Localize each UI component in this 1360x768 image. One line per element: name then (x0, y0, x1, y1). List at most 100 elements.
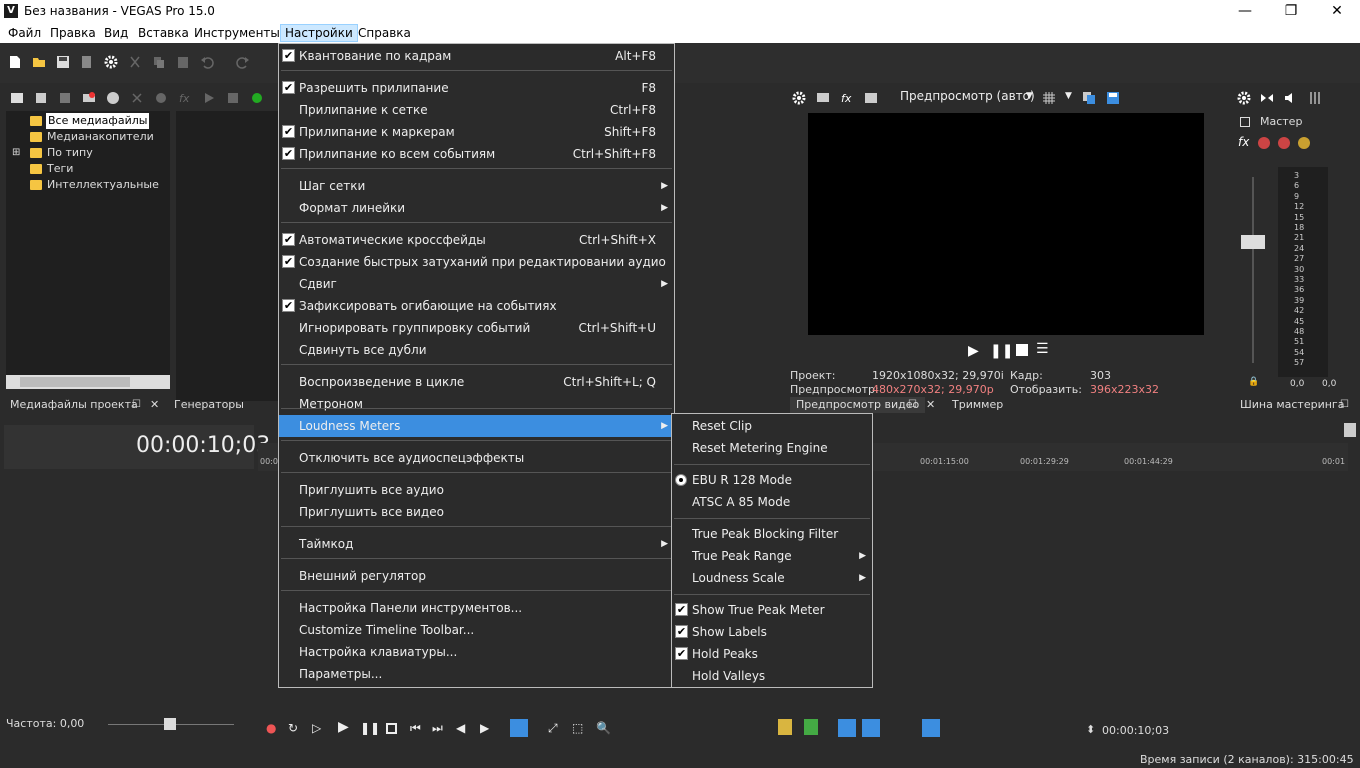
options-menu-item[interactable]: ✔ Автоматические кроссфейды Ctrl+Shift+X (279, 229, 674, 251)
video-fx-icon[interactable]: fx (840, 91, 854, 105)
loudness-menu-item[interactable]: ✔ Hold Peaks (672, 643, 872, 665)
tree-item-by-type[interactable]: По типу (47, 145, 93, 161)
rate-slider[interactable] (164, 718, 176, 730)
stop-icon[interactable] (1016, 344, 1028, 356)
pause-icon[interactable]: ❚❚ (360, 721, 380, 735)
menu-insert[interactable]: Вставка (134, 25, 193, 43)
media-fx-icon[interactable] (82, 91, 96, 105)
save-icon[interactable] (56, 55, 70, 69)
options-menu-item[interactable]: Отключить все аудиоспецэффекты (279, 447, 674, 469)
menu-file[interactable]: Файл (4, 25, 45, 43)
play-icon[interactable]: ▶ (338, 719, 349, 735)
next-frame-icon[interactable]: ▶ (480, 721, 489, 735)
loudness-menu-item[interactable]: Hold Valleys (672, 665, 872, 687)
save-snapshot-icon[interactable] (1106, 91, 1120, 105)
tree-item-tags[interactable]: Теги (47, 161, 73, 177)
menu-help[interactable]: Справка (354, 25, 415, 43)
go-to-start-icon[interactable]: ⏮ (410, 721, 421, 736)
redo-icon[interactable] (236, 55, 250, 69)
render-icon[interactable] (80, 55, 94, 69)
tree-item-all-media[interactable]: Все медиафайлы (46, 113, 150, 129)
envelope-tool-icon[interactable]: ⤢ (548, 721, 558, 736)
menu-options[interactable]: Настройки (280, 24, 358, 42)
options-menu-item[interactable]: Приглушить все аудио (279, 479, 674, 501)
loudness-menu-item[interactable]: ✔ Show True Peak Meter (672, 599, 872, 621)
menu-tools[interactable]: Инструменты (190, 25, 284, 43)
options-menu-item[interactable]: ✔ Разрешить прилипание F8 (279, 77, 674, 99)
close-button[interactable]: ✕ (1314, 0, 1360, 23)
record-icon[interactable]: ● (266, 721, 276, 735)
zoom-tool-icon[interactable]: 🔍 (596, 721, 611, 735)
minimize-button[interactable]: — (1222, 0, 1268, 23)
remove-icon[interactable] (130, 91, 144, 105)
options-menu-item[interactable]: ✔ Квантование по кадрам Alt+F8 (279, 45, 674, 67)
options-menu-item[interactable]: Воспроизведение в цикле Ctrl+Shift+L; Q (279, 371, 674, 393)
options-menu-item[interactable]: Сдвинуть все дубли (279, 339, 674, 361)
options-menu-item[interactable]: Прилипание к сетке Ctrl+F8 (279, 99, 674, 121)
capture-icon[interactable] (34, 91, 48, 105)
pause-icon[interactable]: ❚❚ (990, 343, 1013, 359)
loudness-menu-item[interactable]: True Peak Blocking Filter (672, 523, 872, 545)
options-menu-item[interactable]: Приглушить все видео (279, 501, 674, 523)
auto-preview-icon[interactable] (250, 91, 264, 105)
auto-crossfade-icon[interactable] (862, 719, 880, 737)
options-menu-item[interactable]: Loudness Meters ▶ (279, 415, 674, 437)
get-media-icon[interactable] (58, 91, 72, 105)
settings-gear-icon[interactable] (154, 91, 168, 105)
mute-icon[interactable] (1278, 137, 1290, 149)
normal-edit-tool-icon[interactable] (510, 719, 528, 737)
options-menu-item[interactable]: Таймкод ▶ (279, 533, 674, 555)
selection-tool-icon[interactable]: ⬚ (572, 721, 583, 735)
web-icon[interactable] (106, 91, 120, 105)
options-menu-item[interactable]: Настройка клавиатуры... (279, 641, 674, 663)
overlays-grid-icon[interactable] (1042, 91, 1056, 105)
import-media-icon[interactable] (10, 91, 24, 105)
menu-view[interactable]: Вид (100, 25, 132, 43)
downmix-icon[interactable] (1260, 91, 1274, 105)
maximize-button[interactable]: ❐ (1268, 0, 1314, 23)
preview-settings-gear-icon[interactable] (792, 91, 806, 105)
copy-snapshot-icon[interactable] (1082, 91, 1096, 105)
stop-preview-icon[interactable] (226, 91, 240, 105)
chevron-down-icon[interactable]: ▼ (1065, 91, 1072, 101)
loudness-menu-item[interactable]: ATSC A 85 Mode (672, 491, 872, 513)
tab-close-icon[interactable]: ✕ (144, 397, 165, 413)
loudness-menu-item[interactable]: Reset Clip (672, 415, 872, 437)
options-menu-item[interactable]: Сдвиг ▶ (279, 273, 674, 295)
tab-window-icon[interactable]: ☐ (1334, 397, 1355, 413)
solo-icon[interactable] (1298, 137, 1310, 149)
stop-icon[interactable] (386, 723, 397, 734)
tree-item-smart-bins[interactable]: Интеллектуальные нак (47, 177, 169, 193)
preview-quality-dropdown[interactable]: Предпросмотр (авто) (900, 89, 1035, 103)
options-menu-item[interactable]: ✔ Прилипание к маркерам Shift+F8 (279, 121, 674, 143)
external-monitor-icon[interactable] (816, 91, 830, 105)
tab-media-generators[interactable]: Генераторы мульти (168, 397, 278, 427)
options-menu-item[interactable]: Параметры... (279, 663, 674, 685)
master-checkbox[interactable] (1240, 117, 1250, 127)
play-icon[interactable]: ▶ (968, 343, 979, 359)
paste-icon[interactable] (176, 55, 190, 69)
play-from-start-icon[interactable]: ▷ (312, 721, 321, 735)
lock-icon[interactable]: 🔒 (1248, 377, 1259, 387)
options-menu-item[interactable]: Внешний регулятор (279, 565, 674, 587)
mixer-icon[interactable] (1308, 91, 1322, 105)
automation-icon[interactable] (1258, 137, 1270, 149)
chevron-down-icon[interactable]: ▼ (1026, 91, 1033, 101)
scrollbar-thumb[interactable] (20, 377, 130, 387)
options-menu-item[interactable]: Игнорировать группировку событий Ctrl+Shi… (279, 317, 674, 339)
loudness-menu-item[interactable]: Reset Metering Engine (672, 437, 872, 459)
snapping-icon[interactable] (838, 719, 856, 737)
menu-edit[interactable]: Правка (46, 25, 100, 43)
new-file-icon[interactable] (8, 55, 22, 69)
options-menu-item[interactable]: Шаг сетки ▶ (279, 175, 674, 197)
go-to-end-icon[interactable]: ⏭ (432, 721, 443, 736)
options-menu-item[interactable]: Customize Timeline Toolbar... (279, 619, 674, 641)
region-insert-icon[interactable] (804, 719, 818, 735)
previous-frame-icon[interactable]: ◀ (456, 721, 465, 735)
volume-fader[interactable] (1241, 235, 1265, 249)
play-preview-icon[interactable] (202, 91, 216, 105)
options-menu-item[interactable]: Метроном (279, 393, 674, 415)
marker-icon[interactable] (1344, 423, 1356, 437)
open-folder-icon[interactable] (32, 55, 46, 69)
loudness-menu-item[interactable]: Loudness Scale ▶ (672, 567, 872, 589)
